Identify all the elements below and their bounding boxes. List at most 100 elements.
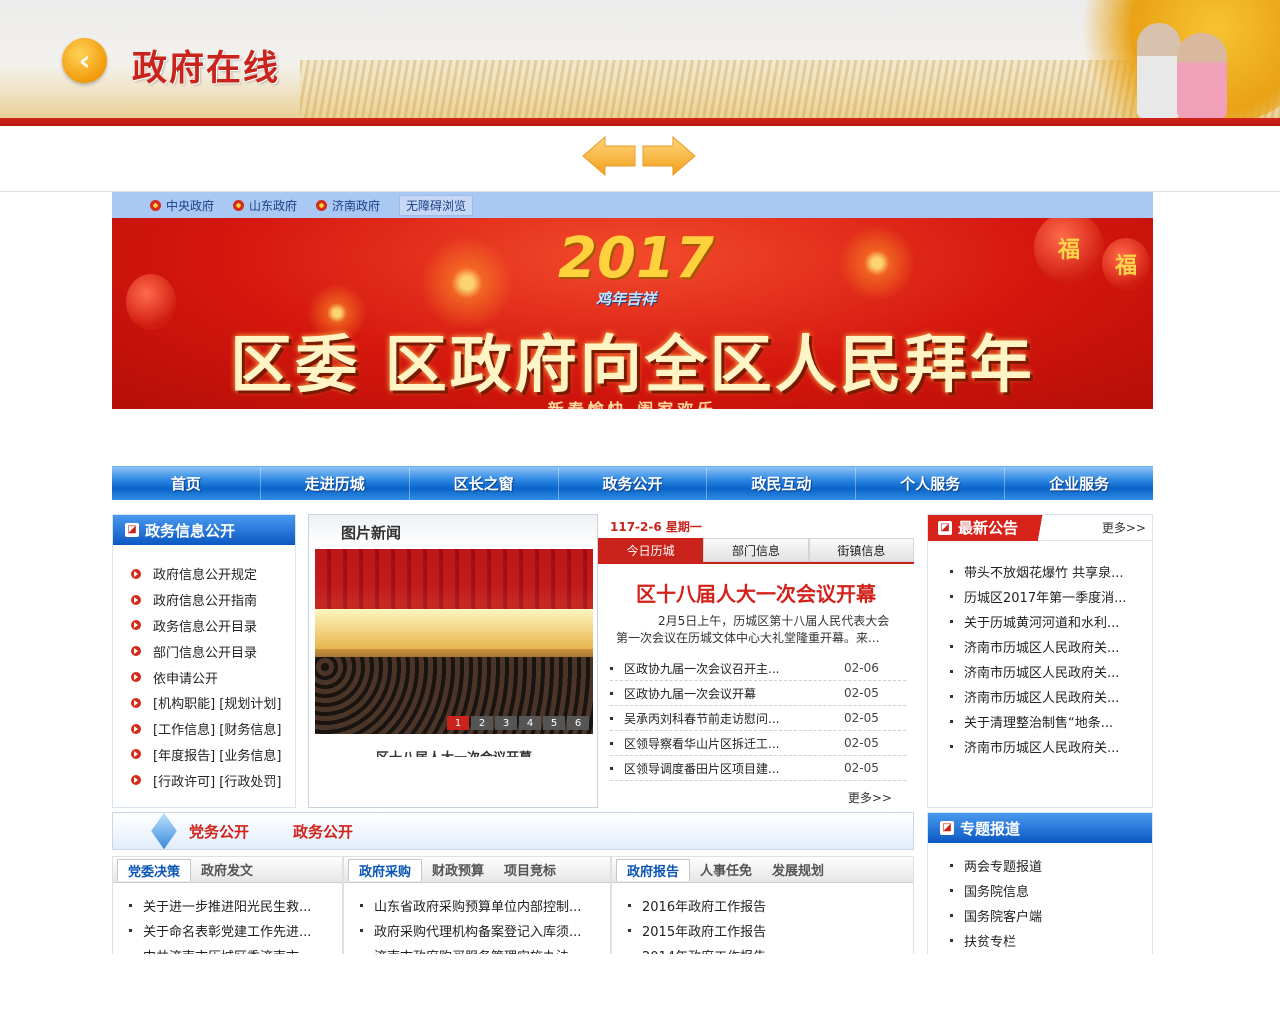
link-shandong-gov[interactable]: 山东政府 — [233, 197, 297, 214]
info-link[interactable]: 部门信息公开目录 — [113, 638, 295, 664]
bullet-icon — [610, 691, 613, 695]
pager-button[interactable]: 4 — [519, 716, 541, 730]
tab-gov-report[interactable]: 政府报告 — [616, 858, 691, 881]
news-panel: 今日历城 部门信息 街镇信息 区十八届人大一次会议开幕 2月5日上午，历城区第十… — [597, 538, 914, 808]
menu-gov-affairs[interactable]: 政务公开 — [559, 467, 708, 500]
tab-development-plan[interactable]: 发展规划 — [762, 859, 834, 881]
info-link[interactable]: [机构职能] [规划计划] — [113, 690, 295, 716]
menu-home[interactable]: 首页 — [112, 467, 261, 500]
topic-item[interactable]: 两会专题报道 — [928, 853, 1152, 878]
news-list: 区政协九届一次会议召开主... 02-06 区政协九届一次会议开幕 02-05 吴承… — [610, 656, 906, 781]
pager-button[interactable]: 6 — [567, 716, 589, 730]
list-item[interactable]: 关于进一步推进阳光民生救... — [113, 893, 342, 918]
pager-button[interactable]: 5 — [543, 716, 565, 730]
tag-icon: ◪ — [940, 821, 954, 835]
link-central-gov[interactable]: 中央政府 — [150, 197, 214, 214]
menu-mayor[interactable]: 区长之窗 — [410, 467, 559, 500]
banner-title: 区委 区政府向全区人民拜年 — [230, 328, 1035, 401]
party-decision-column: 党委决策 政府发文 关于进一步推进阳光民生救... 关于命名表彰党建工作先进..… — [112, 856, 343, 954]
notice-item[interactable]: 济南市历城区人民政府关... — [928, 634, 1152, 659]
menu-interaction[interactable]: 政民互动 — [707, 467, 857, 500]
bullet-icon — [950, 595, 953, 598]
topics-list: 两会专题报道 国务院信息 国务院客户端 扶贫专栏 — [928, 853, 1152, 953]
arrow-bullet-icon — [131, 646, 141, 657]
news-item[interactable]: 区政协九届一次会议开幕 02-05 — [610, 681, 906, 706]
topic-item[interactable]: 国务院信息 — [928, 878, 1152, 903]
procurement-column: 政府采购 财政预算 项目竞标 山东省政府采购预算单位内部控制... 政府采购代理… — [343, 856, 611, 954]
bullet-icon — [129, 929, 132, 932]
info-link[interactable]: [行政许可] [行政处罚] — [113, 767, 295, 793]
arrow-bullet-icon — [131, 620, 141, 631]
topic-item[interactable]: 扶贫专栏 — [928, 928, 1152, 953]
list-item[interactable]: 2014年政府工作报告 — [612, 943, 913, 954]
info-link[interactable]: 政府信息公开指南 — [113, 587, 295, 613]
national-emblem-icon — [233, 199, 245, 211]
info-link[interactable]: [工作信息] [财务信息] — [113, 716, 295, 742]
list-item[interactable]: 政府采购代理机构备案登记入库须... — [344, 918, 610, 943]
tab-gov-affairs[interactable]: 政务公开 — [293, 821, 353, 842]
bullet-icon — [610, 666, 613, 670]
news-item[interactable]: 吴承丙刘科春节前走访慰问... 02-05 — [610, 706, 906, 731]
menu-enterprise-services[interactable]: 企业服务 — [1005, 467, 1153, 500]
info-link[interactable]: 依申请公开 — [113, 664, 295, 690]
tab-bidding[interactable]: 项目竞标 — [494, 859, 566, 881]
notice-item[interactable]: 历城区2017年第一季度消... — [928, 584, 1152, 609]
bullet-icon — [628, 904, 631, 907]
news-item[interactable]: 区领导察看华山片区拆迁工... 02-05 — [610, 731, 906, 756]
photo-caption[interactable]: 区十八届人大一次会议开幕 — [315, 735, 593, 757]
list-item[interactable]: 中共济南市历城区委济南市... — [113, 943, 342, 954]
news-item[interactable]: 区领导调度番田片区项目建... 02-05 — [610, 756, 906, 781]
tab-today[interactable]: 今日历城 — [598, 538, 704, 562]
tab-budget[interactable]: 财政预算 — [422, 859, 494, 881]
notice-item[interactable]: 带头不放烟花爆竹 共享泉... — [928, 559, 1152, 584]
info-link[interactable]: 政府信息公开规定 — [113, 561, 295, 587]
pager-button[interactable]: 1 — [447, 716, 469, 730]
bullet-icon — [950, 645, 953, 648]
column-list: 2016年政府工作报告 2015年政府工作报告 2014年政府工作报告 — [612, 893, 913, 954]
list-item[interactable]: 山东省政府采购预算单位内部控制... — [344, 893, 610, 918]
arrow-left-icon[interactable] — [581, 135, 637, 177]
bullet-icon — [950, 620, 953, 623]
top-link-bar: 中央政府 山东政府 济南政府 无障碍浏览 — [112, 192, 1153, 218]
news-more-row: 更多>> — [598, 781, 914, 806]
pager-button[interactable]: 2 — [471, 716, 493, 730]
news-item[interactable]: 区政协九届一次会议召开主... 02-06 — [610, 656, 906, 681]
news-more-link[interactable]: 更多>> — [848, 791, 892, 805]
info-link[interactable]: 政务信息公开目录 — [113, 613, 295, 639]
tab-department[interactable]: 部门信息 — [703, 538, 809, 562]
tab-party-affairs[interactable]: 党务公开 — [189, 821, 249, 842]
info-link[interactable]: [年度报告] [业务信息] — [113, 742, 295, 768]
tab-gov-documents[interactable]: 政府发文 — [191, 859, 263, 881]
notice-item[interactable]: 关于清理整治制售“地条... — [928, 709, 1152, 734]
tab-procurement[interactable]: 政府采购 — [348, 858, 423, 881]
news-headline[interactable]: 区十八届人大一次会议开幕 — [598, 578, 914, 607]
back-button[interactable]: ‹ — [62, 38, 107, 83]
list-item[interactable]: 2016年政府工作报告 — [612, 893, 913, 918]
pager-button[interactable]: 3 — [495, 716, 517, 730]
bullet-icon — [628, 929, 631, 932]
notice-item[interactable]: 关于历城黄河河道和水利... — [928, 609, 1152, 634]
menu-personal-services[interactable]: 个人服务 — [856, 467, 1006, 500]
news-photo[interactable]: 1 2 3 4 5 6 — [315, 549, 593, 734]
notice-more-link[interactable]: 更多>> — [1102, 519, 1146, 536]
notice-item[interactable]: 济南市历城区人民政府关... — [928, 684, 1152, 709]
list-item[interactable]: 关于命名表彰党建工作先进... — [113, 918, 342, 943]
menu-about[interactable]: 走进历城 — [261, 467, 410, 500]
accessibility-button[interactable]: 无障碍浏览 — [399, 194, 474, 216]
tab-party-decision[interactable]: 党委决策 — [117, 858, 192, 881]
arrow-right-icon[interactable] — [641, 135, 697, 177]
notice-item[interactable]: 济南市历城区人民政府关... — [928, 659, 1152, 684]
notice-header: ◪ 最新公告 更多>> — [928, 514, 1152, 541]
tab-appointments[interactable]: 人事任免 — [690, 859, 762, 881]
list-item[interactable]: 济南市政府购买服务管理实施办法... — [344, 943, 610, 954]
link-jinan-gov[interactable]: 济南政府 — [316, 197, 380, 214]
bullet-icon — [360, 929, 363, 932]
topics-header: ◪ 专题报道 — [928, 813, 1152, 843]
topic-item[interactable]: 国务院客户端 — [928, 903, 1152, 928]
tab-street[interactable]: 街镇信息 — [808, 538, 914, 562]
page-title: 政府在线 — [132, 49, 281, 89]
list-item[interactable]: 2015年政府工作报告 — [612, 918, 913, 943]
national-emblem-icon — [150, 199, 161, 211]
news-tabs: 今日历城 部门信息 街镇信息 — [598, 538, 914, 564]
notice-item[interactable]: 济南市历城区人民政府关... — [928, 734, 1152, 759]
